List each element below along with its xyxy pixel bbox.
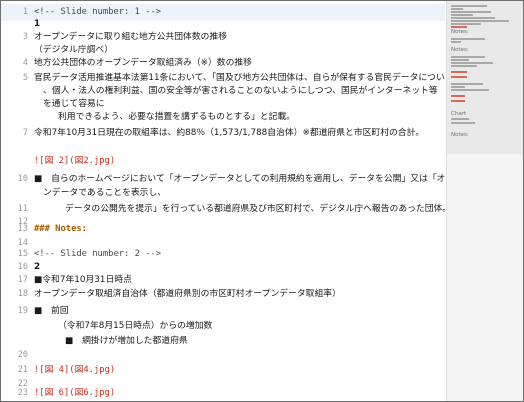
minimap-line <box>451 11 491 13</box>
minimap-line <box>451 83 483 85</box>
line-number: 23 <box>17 388 28 398</box>
editor-line-wrap[interactable]: ンデータであることを表示し、 <box>1 185 445 202</box>
minimap-line <box>451 62 493 64</box>
image-link[interactable]: ![図 6](図6.jpg) <box>34 385 441 401</box>
minimap-line <box>451 56 485 58</box>
minimap-line <box>451 20 509 22</box>
editor-line-wrap[interactable]: 利用できるよう、必要な措置を講ずるものとする」と記載。 <box>1 109 445 126</box>
minimap-line <box>451 17 495 19</box>
markdown-editor[interactable]: 1 <!-- Slide number: 1 --> 1 3 オープンデータに取… <box>1 1 445 401</box>
minimap-line <box>451 59 469 61</box>
line-number: 7 <box>22 128 28 138</box>
line-number: 18 <box>17 289 28 299</box>
minimap-label: Notes: <box>451 47 469 53</box>
minimap-line <box>451 89 489 91</box>
minimap-line-image <box>451 100 465 102</box>
minimap-line-image <box>451 71 467 73</box>
editor-window: 1 <!-- Slide number: 1 --> 1 3 オープンデータに取… <box>0 0 524 402</box>
minimap-line <box>451 38 485 40</box>
minimap-label: Chart <box>451 111 467 117</box>
image-link[interactable]: ![図 2](図2.jpg) <box>34 153 441 170</box>
minimap-line <box>451 14 473 16</box>
line-text: 令和7年10月31日現在の取組率は、約88％（1,573/1,788自治体）※都… <box>34 128 425 138</box>
minimap-line-image <box>451 76 467 78</box>
line-text: ンデータであることを表示し、 <box>43 188 167 198</box>
minimap[interactable]: Notes: Notes: Chart Notes: <box>446 1 523 401</box>
minimap-line <box>451 23 481 25</box>
editor-line[interactable]: ![図 2](図2.jpg) <box>1 153 445 170</box>
minimap-line <box>451 5 487 7</box>
minimap-line <box>451 118 469 120</box>
minimap-line <box>451 122 475 124</box>
editor-line[interactable]: 23 ![図 6](図6.jpg) <box>1 385 445 401</box>
minimap-label: Notes: <box>451 29 469 35</box>
minimap-line-image <box>451 95 465 97</box>
minimap-line <box>451 65 477 67</box>
minimap-line-image <box>451 26 467 28</box>
editor-line[interactable]: 7 令和7年10月31日現在の取組率は、約88％（1,573/1,788自治体）… <box>1 125 445 142</box>
editor-line[interactable]: 18 オープンデータ取組済自治体（都道府県別の市区町村オープンデータ取組率） <box>1 286 445 303</box>
line-text: オープンデータ取組済自治体（都道府県別の市区町村オープンデータ取組率） <box>34 289 341 299</box>
minimap-line <box>451 41 461 43</box>
line-text: 利用できるよう、必要な措置を講ずるものとする」と記載。 <box>58 112 296 122</box>
minimap-line <box>451 86 465 88</box>
minimap-line <box>451 8 463 10</box>
minimap-label: Notes: <box>451 132 469 138</box>
